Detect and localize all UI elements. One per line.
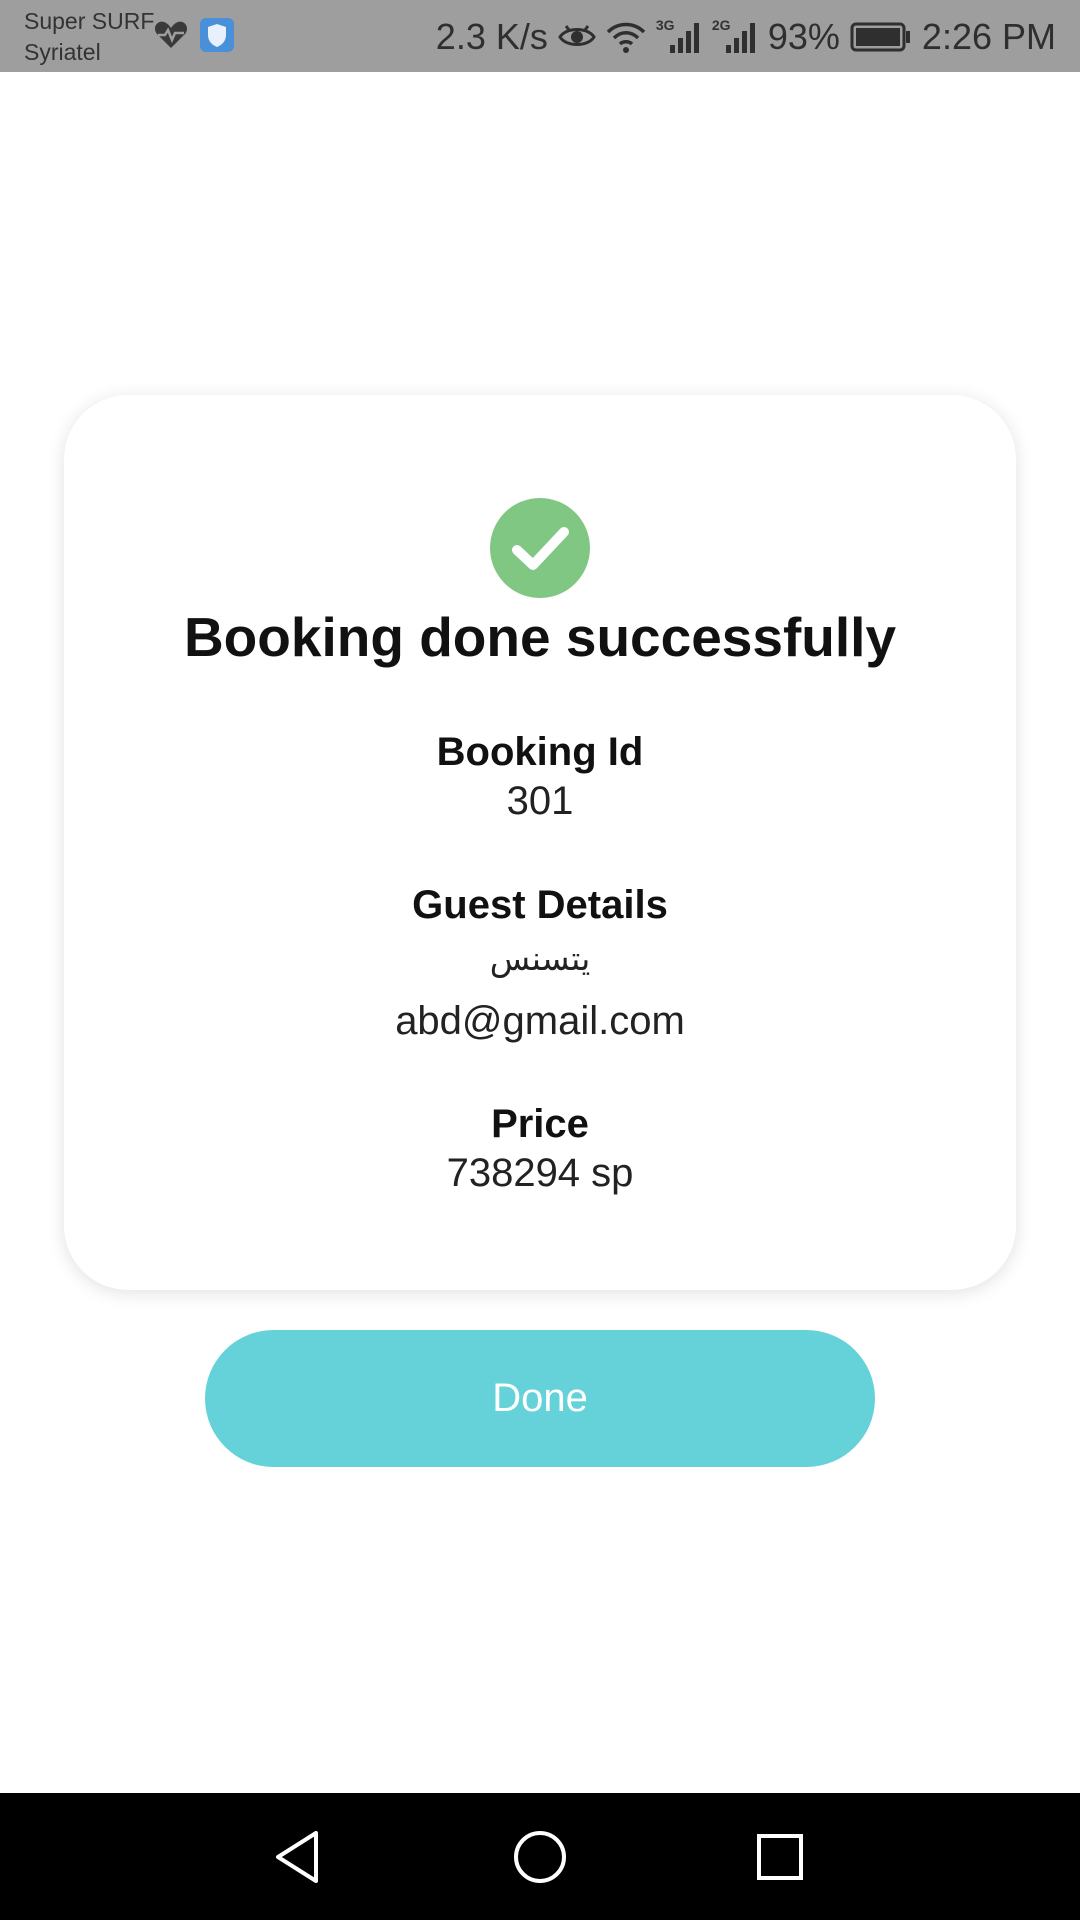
guest-details-label: Guest Details	[412, 883, 668, 927]
network-2g-label: 2G	[711, 17, 731, 33]
home-icon[interactable]	[508, 1825, 572, 1889]
status-left-icons	[154, 18, 234, 57]
carrier-info: Super SURF Syriatel	[24, 6, 154, 68]
status-bar: Super SURF Syriatel 2.3 K/s 3G 2G 93% 2:…	[0, 0, 1080, 72]
network-3g-label: 3G	[655, 17, 675, 33]
signal-3g-icon: 3G	[655, 17, 702, 55]
price-value: 738294 sp	[446, 1151, 634, 1195]
eye-icon	[558, 22, 596, 52]
status-right: 2.3 K/s 3G 2G 93% 2:26 PM	[436, 12, 1056, 62]
done-button[interactable]: Done	[205, 1330, 875, 1467]
booking-id-value: 301	[506, 779, 574, 823]
wifi-icon	[606, 20, 646, 54]
booking-id-label: Booking Id	[436, 730, 644, 774]
carrier-line-2: Syriatel	[24, 39, 101, 65]
signal-2g-icon: 2G	[711, 17, 758, 55]
battery-icon	[850, 22, 912, 52]
success-check-icon	[490, 498, 590, 598]
carrier-line-1: Super SURF	[24, 8, 155, 34]
shield-icon	[200, 18, 234, 57]
heart-pulse-icon	[154, 20, 188, 55]
recents-icon[interactable]	[748, 1825, 812, 1889]
battery-percent: 93%	[767, 16, 840, 57]
navigation-bar	[0, 1793, 1080, 1920]
guest-name: يتسنس	[489, 939, 591, 978]
guest-email: abd@gmail.com	[395, 999, 685, 1043]
back-icon[interactable]	[268, 1825, 332, 1889]
net-speed: 2.3 K/s	[435, 16, 548, 57]
price-label: Price	[491, 1102, 589, 1146]
booking-confirmation-card: Booking done successfully Booking Id 301…	[64, 395, 1016, 1290]
booking-success-title: Booking done successfully	[183, 606, 897, 668]
clock: 2:26 PM	[921, 16, 1056, 57]
